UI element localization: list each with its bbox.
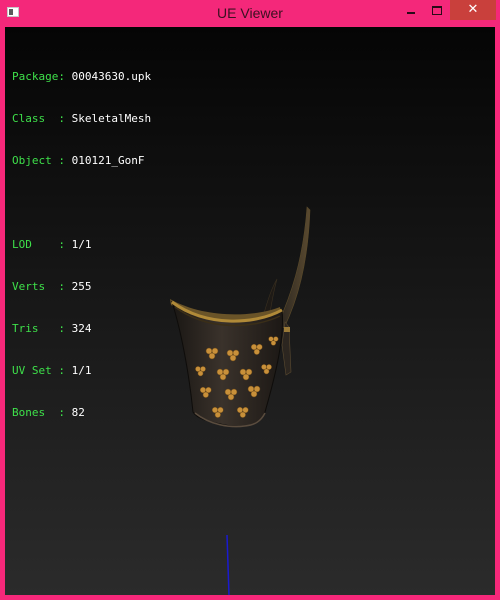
3d-viewport[interactable]: Package: 00043630.upk Class : SkeletalMe… xyxy=(5,27,495,595)
maximize-button[interactable] xyxy=(424,0,450,20)
axis-line xyxy=(226,534,230,595)
minimize-button[interactable] xyxy=(398,0,424,20)
maximize-icon xyxy=(432,5,442,15)
skeletal-mesh-render xyxy=(170,206,311,595)
minimize-icon xyxy=(407,12,415,14)
mesh-strap xyxy=(277,206,311,329)
mesh-tassel-bead xyxy=(284,327,290,332)
title-bar[interactable]: UE Viewer ✕ xyxy=(0,0,500,26)
close-button[interactable]: ✕ xyxy=(450,0,496,20)
app-window: UE Viewer ✕ Package: 00043630.upk Class … xyxy=(0,0,500,600)
close-icon: ✕ xyxy=(467,2,479,17)
